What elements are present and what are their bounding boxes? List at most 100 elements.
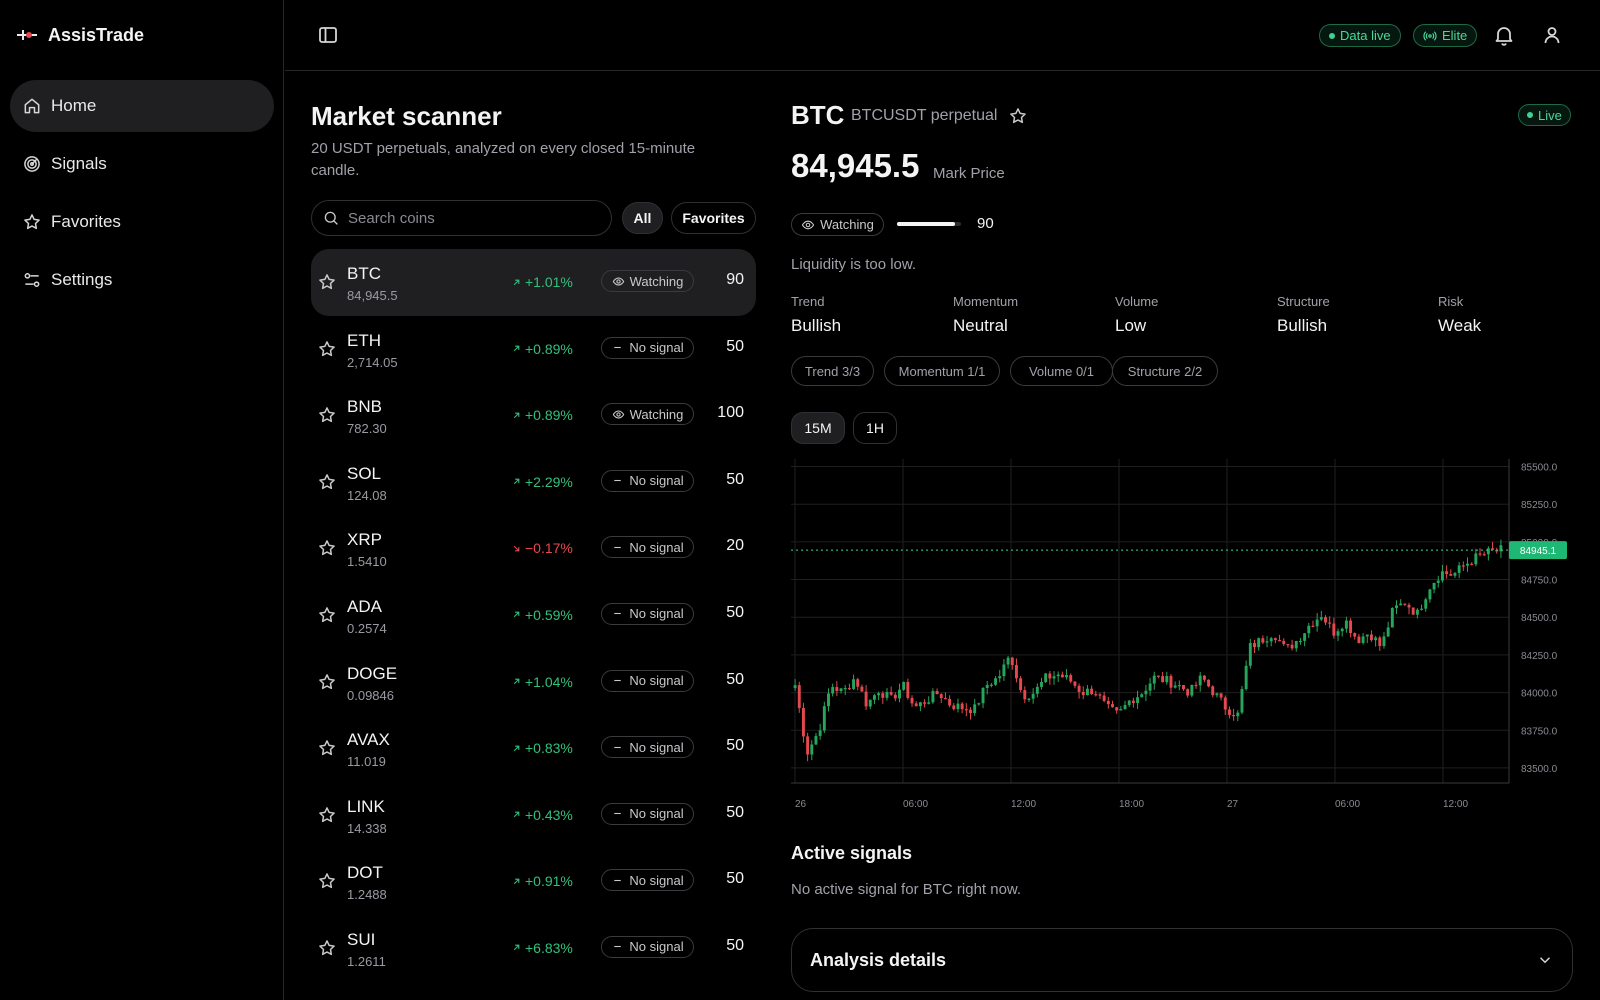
candle-body: [1161, 676, 1165, 683]
favorite-star-icon[interactable]: [317, 272, 337, 292]
coin-row[interactable]: DOGE 0.09846 +1.04% No signal 50: [311, 649, 756, 716]
candle-body: [1390, 608, 1394, 628]
analysis-details-accordion[interactable]: Analysis details: [791, 928, 1573, 992]
favorite-star-icon[interactable]: [317, 605, 337, 625]
candle-body: [1432, 582, 1436, 590]
signal-badge: No signal: [601, 736, 694, 759]
timeframe-15m-button[interactable]: 15M: [791, 412, 845, 444]
candle-body: [1052, 676, 1056, 679]
eye-icon: [802, 220, 815, 229]
timeframe-1h-button[interactable]: 1H: [853, 412, 897, 444]
candle-body: [885, 692, 889, 698]
data-live-badge: Data live: [1319, 24, 1401, 47]
candle-body: [1482, 554, 1486, 556]
candle-body: [1023, 690, 1027, 700]
search-box[interactable]: [311, 200, 612, 236]
candle-body: [1106, 700, 1110, 705]
x-tick-label: 26: [795, 799, 807, 810]
coin-symbol: BNB: [347, 397, 382, 417]
favorite-star-icon[interactable]: [317, 805, 337, 825]
sidebar-toggle-icon[interactable]: [316, 23, 340, 47]
radar-icon: [24, 156, 40, 172]
candle-body: [1382, 636, 1386, 647]
arrow-up-right-icon: [513, 279, 520, 285]
bell-icon[interactable]: [1492, 23, 1516, 47]
candle-body: [1491, 548, 1495, 550]
candle-body: [893, 694, 897, 699]
coin-change-value: +0.89%: [525, 340, 573, 357]
coin-row[interactable]: BNB 782.30 +0.89% Watching 100: [311, 382, 756, 449]
price-chart[interactable]: 85500.085250.085000.084750.084500.084250…: [791, 455, 1571, 815]
coin-row[interactable]: XRP 1.5410 −0.17% No signal 20: [311, 515, 756, 582]
signal-badge: No signal: [601, 935, 694, 958]
favorite-star-icon[interactable]: [1008, 106, 1028, 126]
favorite-star-icon[interactable]: [317, 938, 337, 958]
coin-change-value: +1.04%: [525, 673, 573, 690]
candle-body: [814, 735, 818, 745]
favorite-star-icon[interactable]: [317, 405, 337, 425]
sidebar-item-label: Home: [51, 96, 97, 115]
signal-label: No signal: [629, 872, 684, 888]
coin-change: +0.59%: [511, 607, 573, 623]
sidebar-item-label: Signals: [51, 154, 107, 173]
filter-favorites-button[interactable]: Favorites: [671, 202, 756, 234]
favorite-star-icon[interactable]: [317, 871, 337, 891]
candle-body: [1415, 609, 1419, 615]
search-input[interactable]: [348, 209, 598, 227]
coin-row[interactable]: SOL 124.08 +2.29% No signal 50: [311, 449, 756, 516]
live-badge: Live: [1518, 104, 1571, 126]
coin-row[interactable]: AVAX 11.019 +0.83% No signal 50: [311, 715, 756, 782]
plan-badge[interactable]: Elite: [1413, 24, 1478, 47]
candle-body: [1227, 709, 1231, 715]
filter-all-button[interactable]: All: [622, 202, 663, 234]
candle-body: [914, 703, 918, 707]
factor-tag-volume: Volume 0/1: [1010, 356, 1113, 386]
coin-row[interactable]: SUI 1.2611 +6.83% No signal 50: [311, 915, 756, 982]
candle-body: [1156, 675, 1160, 677]
favorite-star-icon[interactable]: [317, 672, 337, 692]
candle-body: [1169, 676, 1173, 688]
minus-icon: [614, 813, 622, 815]
sidebar-item-favorites[interactable]: Favorites: [10, 196, 274, 248]
sidebar-item-settings[interactable]: Settings: [10, 254, 274, 306]
signal-badge: No signal: [601, 536, 694, 559]
signal-label: No signal: [629, 739, 684, 755]
favorite-star-icon[interactable]: [317, 339, 337, 359]
arrow-up-right-icon: [513, 878, 520, 885]
signal-label: No signal: [629, 606, 684, 622]
candle-body: [1073, 681, 1077, 686]
metric-value: Bullish: [1277, 316, 1328, 335]
sidebar-item-signals[interactable]: Signals: [10, 138, 274, 190]
sidebar-item-home[interactable]: Home: [10, 80, 274, 132]
coin-score: 100: [717, 404, 744, 422]
y-tick-label: 84750.0: [1521, 576, 1558, 587]
coin-row[interactable]: DOT 1.2488 +0.91% No signal 50: [311, 848, 756, 915]
metric-trend: Trend Bullish: [791, 294, 841, 336]
candle-body: [910, 697, 914, 704]
coin-row[interactable]: BTC 84,945.5 +1.01% Watching 90: [311, 249, 756, 316]
live-label: Live: [1538, 107, 1562, 123]
favorite-star-icon[interactable]: [317, 738, 337, 758]
candle-body: [1399, 603, 1403, 606]
brand[interactable]: AssisTrade: [16, 22, 144, 48]
coin-score: 50: [726, 803, 744, 821]
candle-body: [1065, 675, 1069, 678]
coin-row[interactable]: ADA 0.2574 +0.59% No signal 50: [311, 582, 756, 649]
signal-badge: No signal: [601, 336, 694, 359]
coin-score: 50: [726, 470, 744, 488]
coin-row[interactable]: LINK 14.338 +0.43% No signal 50: [311, 782, 756, 849]
candle-body: [843, 688, 847, 690]
candle-body: [1286, 644, 1290, 646]
candle-body: [1202, 675, 1206, 680]
signal-label: Watching: [629, 273, 684, 289]
metric-value: Low: [1115, 316, 1147, 335]
factor-tag-momentum: Momentum 1/1: [884, 356, 1000, 386]
candle-body: [1257, 638, 1261, 648]
favorite-star-icon[interactable]: [317, 472, 337, 492]
favorite-star-icon[interactable]: [317, 538, 337, 558]
minus-icon: [614, 746, 622, 748]
candle-body: [1077, 685, 1081, 692]
coin-row[interactable]: ETH 2,714.05 +0.89% No signal 50: [311, 316, 756, 383]
coin-score: 50: [726, 337, 744, 355]
user-icon[interactable]: [1540, 23, 1564, 47]
